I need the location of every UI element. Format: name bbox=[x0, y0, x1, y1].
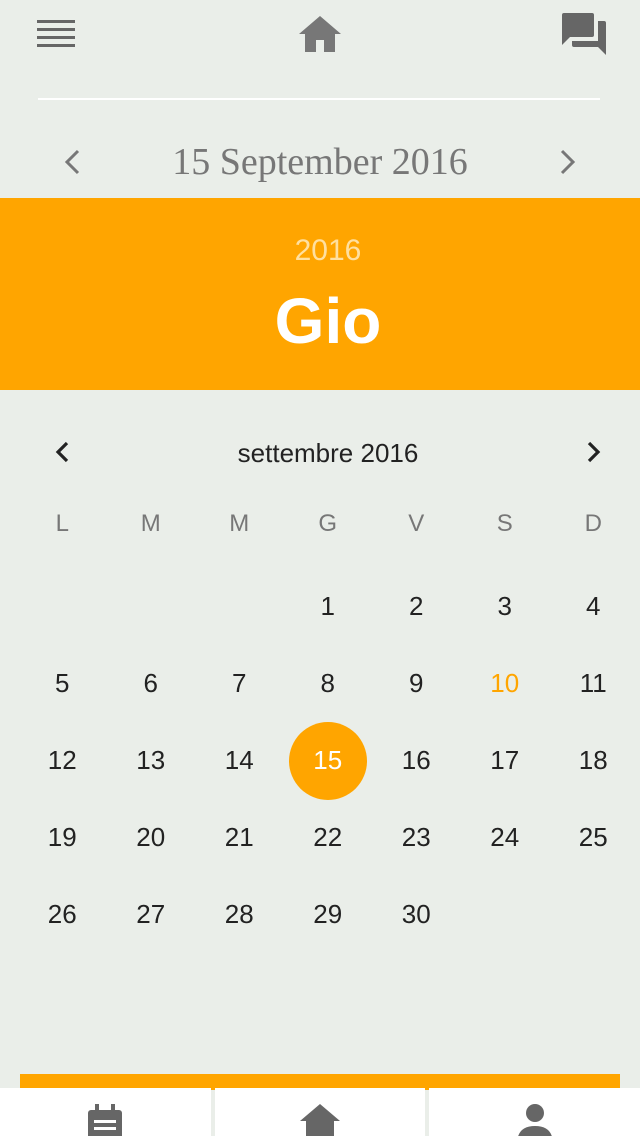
person-icon bbox=[517, 1104, 552, 1136]
calendar-day[interactable]: 17 bbox=[461, 722, 550, 799]
weekday-label: V bbox=[408, 510, 425, 537]
menu-icon bbox=[37, 20, 75, 47]
home-icon bbox=[299, 16, 341, 52]
calendar-week-row: 5 6 7 8 9 10 11 bbox=[18, 645, 638, 722]
calendar-empty-cell bbox=[107, 568, 196, 645]
calendar-day[interactable]: 9 bbox=[372, 645, 461, 722]
date-navigation: 15 September 2016 bbox=[0, 130, 640, 200]
weekday-label: D bbox=[584, 510, 602, 537]
month-navigation: settembre 2016 bbox=[0, 420, 640, 484]
calendar-day[interactable]: 5 bbox=[18, 645, 107, 722]
chevron-left-icon bbox=[55, 441, 69, 463]
calendar-day[interactable]: 23 bbox=[372, 799, 461, 876]
bottom-navigation bbox=[0, 1088, 640, 1136]
calendar-day-today[interactable]: 10 bbox=[461, 645, 550, 722]
previous-date-button[interactable] bbox=[48, 138, 96, 186]
selected-day-circle: 15 bbox=[288, 721, 367, 800]
calendar-day[interactable]: 12 bbox=[18, 722, 107, 799]
calendar-day[interactable]: 16 bbox=[372, 722, 461, 799]
calendar-day[interactable]: 19 bbox=[18, 799, 107, 876]
calendar-day[interactable]: 29 bbox=[284, 876, 373, 953]
calendar-day[interactable]: 25 bbox=[549, 799, 638, 876]
calendar-day[interactable]: 20 bbox=[107, 799, 196, 876]
calendar-day[interactable]: 26 bbox=[18, 876, 107, 953]
calendar-day[interactable]: 24 bbox=[461, 799, 550, 876]
menu-button[interactable] bbox=[32, 10, 80, 58]
date-picker-header: 2016 Gio bbox=[0, 198, 640, 390]
calendar-day[interactable]: 3 bbox=[461, 568, 550, 645]
chat-icon bbox=[562, 13, 606, 55]
calendar-day[interactable]: 4 bbox=[549, 568, 638, 645]
calendar-day-selected[interactable]: 15 bbox=[284, 721, 373, 800]
month-label: settembre 2016 bbox=[237, 438, 419, 468]
divider-line bbox=[38, 98, 600, 100]
calendar-day[interactable]: 7 bbox=[195, 645, 284, 722]
home-icon bbox=[300, 1104, 340, 1136]
weekday-headers: L M M G V S D bbox=[18, 510, 638, 550]
calendar-day[interactable]: 2 bbox=[372, 568, 461, 645]
calendar-day[interactable]: 27 bbox=[107, 876, 196, 953]
calendar-day[interactable]: 1 bbox=[284, 568, 373, 645]
weekday-label: S bbox=[496, 510, 513, 537]
calendar-day-grid: 1 2 3 4 5 6 7 8 9 10 11 12 13 14 15 16 17 18 19 20 21 22 23 24 2… bbox=[18, 568, 638, 953]
calendar-week-row: 26 27 28 29 30 bbox=[18, 876, 638, 953]
chat-button[interactable] bbox=[560, 10, 608, 58]
calendar-empty-cell bbox=[461, 876, 550, 953]
calendar-empty-cell bbox=[18, 568, 107, 645]
chevron-right-icon bbox=[560, 149, 576, 175]
chevron-right-icon bbox=[587, 441, 601, 463]
weekday-label: L bbox=[55, 510, 69, 537]
picker-weekday[interactable]: Gio bbox=[0, 284, 640, 358]
calendar-day[interactable]: 28 bbox=[195, 876, 284, 953]
chevron-left-icon bbox=[64, 149, 80, 175]
calendar-note-icon bbox=[88, 1104, 123, 1136]
calendar-day[interactable]: 22 bbox=[284, 799, 373, 876]
tab-home[interactable] bbox=[214, 1088, 426, 1136]
calendar-empty-cell bbox=[195, 568, 284, 645]
weekday-label: G bbox=[318, 510, 338, 537]
calendar-empty-cell bbox=[549, 876, 638, 953]
next-date-button[interactable] bbox=[544, 138, 592, 186]
picker-year[interactable]: 2016 bbox=[0, 234, 640, 268]
top-bar bbox=[0, 0, 640, 72]
weekday-label: M bbox=[140, 510, 161, 537]
calendar-day[interactable]: 13 bbox=[107, 722, 196, 799]
calendar-day[interactable]: 14 bbox=[195, 722, 284, 799]
current-date-title: 15 September 2016 bbox=[172, 141, 468, 183]
previous-month-button[interactable] bbox=[38, 428, 86, 476]
calendar-week-row: 1234 bbox=[18, 568, 638, 645]
calendar-week-row: 19 20 21 22 23 24 25 bbox=[18, 799, 638, 876]
home-button[interactable] bbox=[296, 10, 344, 58]
calendar-day[interactable]: 21 bbox=[195, 799, 284, 876]
calendar-day[interactable]: 18 bbox=[549, 722, 638, 799]
calendar-day[interactable]: 6 bbox=[107, 645, 196, 722]
calendar-day[interactable]: 11 bbox=[549, 645, 638, 722]
calendar-day[interactable]: 30 bbox=[372, 876, 461, 953]
tab-calendar[interactable] bbox=[0, 1088, 211, 1136]
tab-profile[interactable] bbox=[429, 1088, 640, 1136]
weekday-label: M bbox=[229, 510, 250, 537]
calendar-day[interactable]: 8 bbox=[284, 645, 373, 722]
calendar-week-row: 12 13 14 15 16 17 18 bbox=[18, 721, 638, 800]
next-month-button[interactable] bbox=[570, 428, 618, 476]
